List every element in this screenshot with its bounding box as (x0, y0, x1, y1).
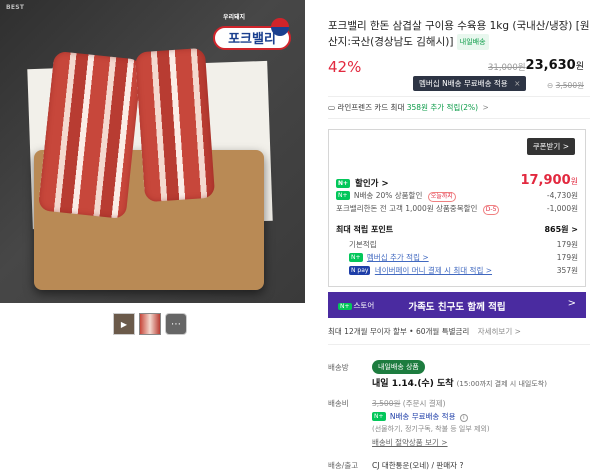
card-benefit-highlight: 358원 추가 적립(2%) (406, 103, 479, 112)
shipping-fee-label: 배송비 (328, 399, 349, 408)
thumbnail-more[interactable]: ⋯ (165, 313, 187, 335)
free-shipping-line: N+ N배송 무료배송 적용 i (372, 411, 468, 422)
card-icon: ▭ (328, 103, 336, 112)
installment-more-link[interactable]: 자세히보기 > (478, 327, 521, 336)
point-row: N+ 멤버십 추가 적립 > 179원 (349, 252, 578, 263)
point-value: 179원 (556, 253, 578, 262)
sale-price-row[interactable]: N+ 할인가 > 17,900원 (336, 173, 578, 189)
arrival-info: 내일 1.14.(수) 도착 (15:00까지 결제 시 내일도착) (372, 376, 547, 389)
arrival-note: (15:00까지 결제 시 내일도착) (456, 380, 547, 388)
sale-price: 17,900원 (520, 173, 578, 188)
discount-value: -1,000원 (546, 204, 578, 213)
more-icon: ⋯ (171, 318, 181, 330)
divider (328, 96, 590, 97)
shipping-fee: 3,500원 (주문시 결제) (372, 398, 446, 409)
play-icon: ▶ (120, 319, 128, 329)
chevron-right-icon: > (567, 298, 576, 309)
thumbnail-video[interactable]: ▶ (113, 313, 135, 335)
discount-row: 포크밸리한돈 전 고객 1,000원 상품중복할인 D-5 -1,000원 (336, 203, 578, 215)
product-info: 포크밸리 한돈 삼겹살 구이용 수육용 1kg (국내산/냉장) [원산지:국산… (328, 0, 592, 473)
sale-price-label: 할인가 > (355, 179, 389, 189)
promo-message: 가족도 친구도 함께 적립 (408, 302, 506, 313)
shipping-fee-note: (주문시 결제) (402, 399, 446, 408)
naver-plus-icon: N+ (336, 179, 351, 188)
discount-row: N+ N배송 20% 상품할인 오늘까지 -4,730원 (336, 190, 578, 202)
thumbnail-strip: ▶ ⋯ (113, 313, 187, 335)
best-tag: BEST (6, 4, 25, 11)
discount-value: -4,730원 (546, 191, 578, 200)
final-price-value: 23,630 (525, 58, 576, 73)
final-price: 23,630원 (526, 58, 584, 73)
point-value: 179원 (556, 240, 578, 249)
promo-banner[interactable]: N+ 스토어 가족도 친구도 함께 적립 > (328, 292, 586, 318)
benefit-box: 쿠폰받기 > N+ 할인가 > 17,900원 N+ N배송 20% 상품할인 … (328, 129, 586, 287)
shipping-method-label: 배송방 (328, 363, 349, 372)
discount-label: N배송 20% 상품할인 (353, 191, 423, 200)
point-label: 기본적립 (349, 240, 377, 249)
shipping-fee-old: 3,500원 (372, 399, 401, 408)
logo-subtitle: 우리돼지 (223, 14, 246, 21)
arrival-date: 내일 1.14.(수) 도착 (372, 379, 454, 389)
naverpay-point-link[interactable]: 네이버페이 머니 결제 시 최대 적립 > (375, 266, 492, 275)
product-title: 포크밸리 한돈 삼겹살 구이용 수육용 1kg (국내산/냉장) [원산지:국산… (328, 18, 590, 50)
old-shipping-value: 3,500원 (555, 81, 584, 90)
discount-rate: 42% (328, 58, 362, 76)
free-shipping-text: N배송 무료배송 적용 (389, 412, 456, 421)
membership-tooltip: 멤버십 N배송 무료배송 적용 × (413, 76, 527, 91)
coupon-button[interactable]: 쿠폰받기 > (526, 138, 575, 155)
point-value: 357원 (556, 266, 578, 275)
brand-logo: 우리돼지 포크밸리 (213, 12, 291, 64)
exclusion-note: (선물하기, 정기구독, 착불 등 일부 제외) (372, 425, 490, 433)
divider (328, 118, 590, 119)
currency-unit: 원 (575, 62, 584, 72)
divider (328, 344, 590, 345)
thumbnail-image[interactable] (139, 313, 161, 335)
point-row: N pay 네이버페이 머니 결제 시 최대 적립 > 357원 (349, 265, 578, 276)
info-icon[interactable]: i (459, 414, 468, 422)
courier-label: 배송/출고 (328, 461, 359, 470)
fresh-delivery-badge: 내일배송 (456, 34, 489, 50)
membership-point-link[interactable]: 멤버십 추가 적립 > (367, 253, 429, 262)
installment-text: 최대 12개월 무이자 할부 • 60개월 특별금리 (328, 327, 470, 336)
deadline-tag: 오늘까지 (427, 192, 456, 202)
save-shipping-link[interactable]: 배송비 절약상품 보기 > (372, 437, 448, 448)
card-benefit-row[interactable]: ▭ 라인프렌즈 카드 최대 358원 추가 적립(2%) > (328, 102, 489, 113)
currency-unit: 원 (570, 177, 578, 186)
deadline-tag: D-5 (482, 205, 500, 215)
taegeuk-icon (271, 18, 289, 36)
naver-plus-icon: N+ (372, 412, 386, 421)
pork-belly-slice (134, 47, 216, 203)
point-row: 기본적립 179원 (349, 239, 578, 250)
pork-belly-slice (37, 50, 143, 220)
product-gallery: BEST 우리돼지 포크밸리 ▶ ⋯ (0, 0, 305, 473)
membership-tooltip-text: 멤버십 N배송 무료배송 적용 (419, 79, 508, 88)
naver-pay-icon: N pay (349, 266, 371, 275)
chevron-right-icon: > (482, 103, 489, 112)
minus-circle-icon: ⊖ (546, 81, 554, 90)
main-product-image[interactable]: BEST 우리돼지 포크밸리 (0, 0, 305, 303)
card-benefit-text: 라인프렌즈 카드 최대 (337, 103, 405, 112)
original-price: 31,000원 (488, 63, 526, 73)
shipping-fee-old: ⊖ 3,500원 (547, 80, 584, 91)
naver-plus-icon: N+ (336, 191, 350, 200)
max-point-label: 최대 적립 포인트 (336, 225, 394, 234)
next-day-badge: 내일배송 상품 (372, 360, 425, 374)
max-point-value[interactable]: 865원 > (544, 224, 578, 235)
discount-label: 포크밸리한돈 전 고객 1,000원 상품중복할인 (336, 204, 478, 213)
sale-price-value: 17,900 (520, 173, 571, 188)
close-icon[interactable]: × (514, 79, 520, 88)
naver-plus-icon: N+ (349, 253, 363, 262)
max-point-row: 최대 적립 포인트 865원 > (336, 224, 578, 235)
courier-value: CJ 대한통운(오네) / 판매자 ? (372, 461, 464, 470)
installment-info: 최대 12개월 무이자 할부 • 60개월 특별금리 자세히보기 > (328, 326, 521, 337)
